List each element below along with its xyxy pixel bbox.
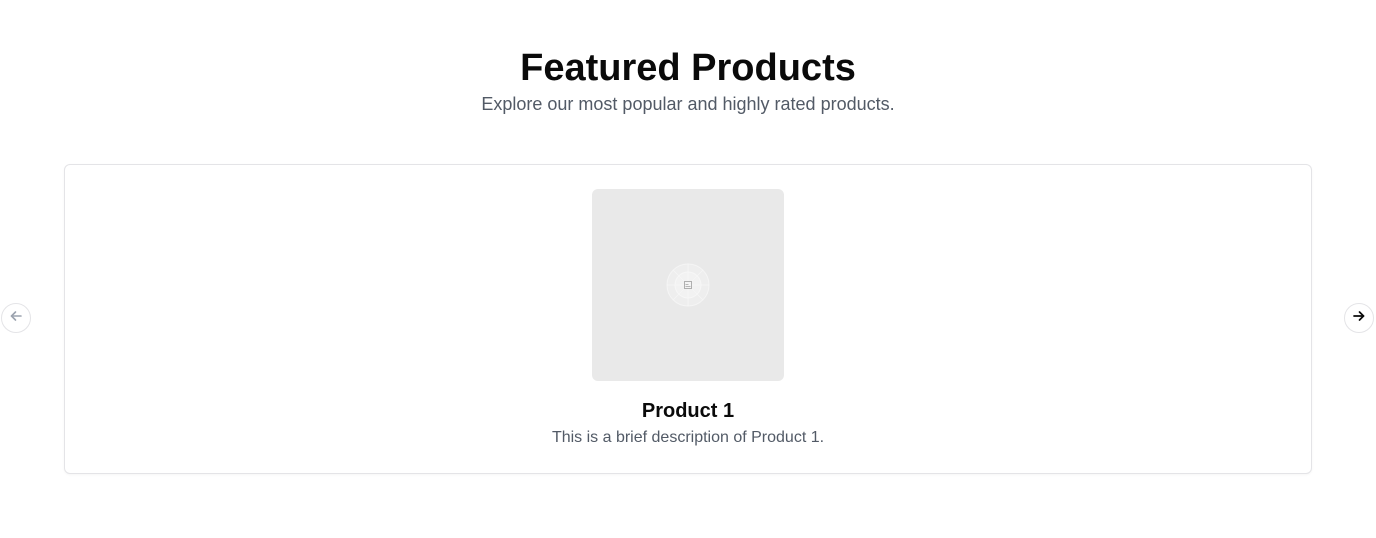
carousel-previous-button[interactable] bbox=[1, 303, 31, 333]
product-image bbox=[592, 189, 784, 381]
arrow-left-icon bbox=[9, 309, 23, 328]
section-title: Featured Products bbox=[520, 47, 856, 89]
section-header: Featured Products Explore our most popul… bbox=[0, 44, 1376, 114]
product-carousel-card: Product 1 This is a brief description of… bbox=[64, 164, 1312, 474]
carousel-next-button[interactable] bbox=[1344, 303, 1374, 333]
image-placeholder-icon bbox=[666, 263, 710, 307]
featured-products-page: Featured Products Explore our most popul… bbox=[0, 0, 1376, 538]
product-description: This is a brief description of Product 1… bbox=[551, 429, 825, 446]
arrow-right-icon bbox=[1352, 309, 1366, 328]
section-subtitle: Explore our most popular and highly rate… bbox=[481, 94, 895, 114]
product-name: Product 1 bbox=[641, 400, 735, 422]
